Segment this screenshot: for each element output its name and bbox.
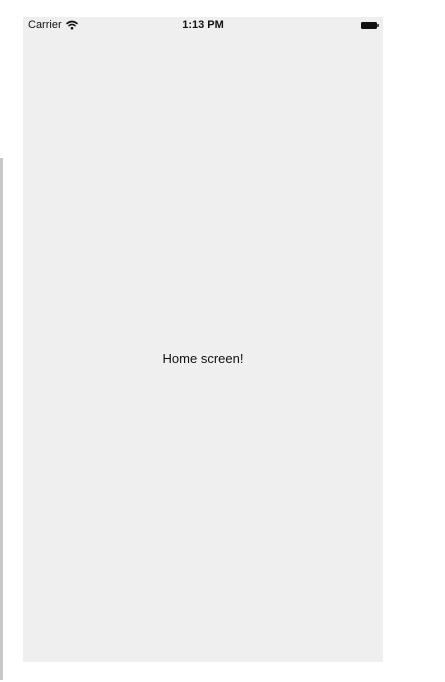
status-bar: Carrier 1:13 PM [23, 17, 383, 35]
status-time: 1:13 PM [182, 19, 224, 31]
window-edge-divider [0, 158, 3, 680]
device-screen: Carrier 1:13 PM Home screen! [23, 17, 383, 662]
battery-full-icon [361, 22, 379, 29]
home-screen-text: Home screen! [162, 351, 244, 366]
main-content: Home screen! [23, 35, 383, 662]
